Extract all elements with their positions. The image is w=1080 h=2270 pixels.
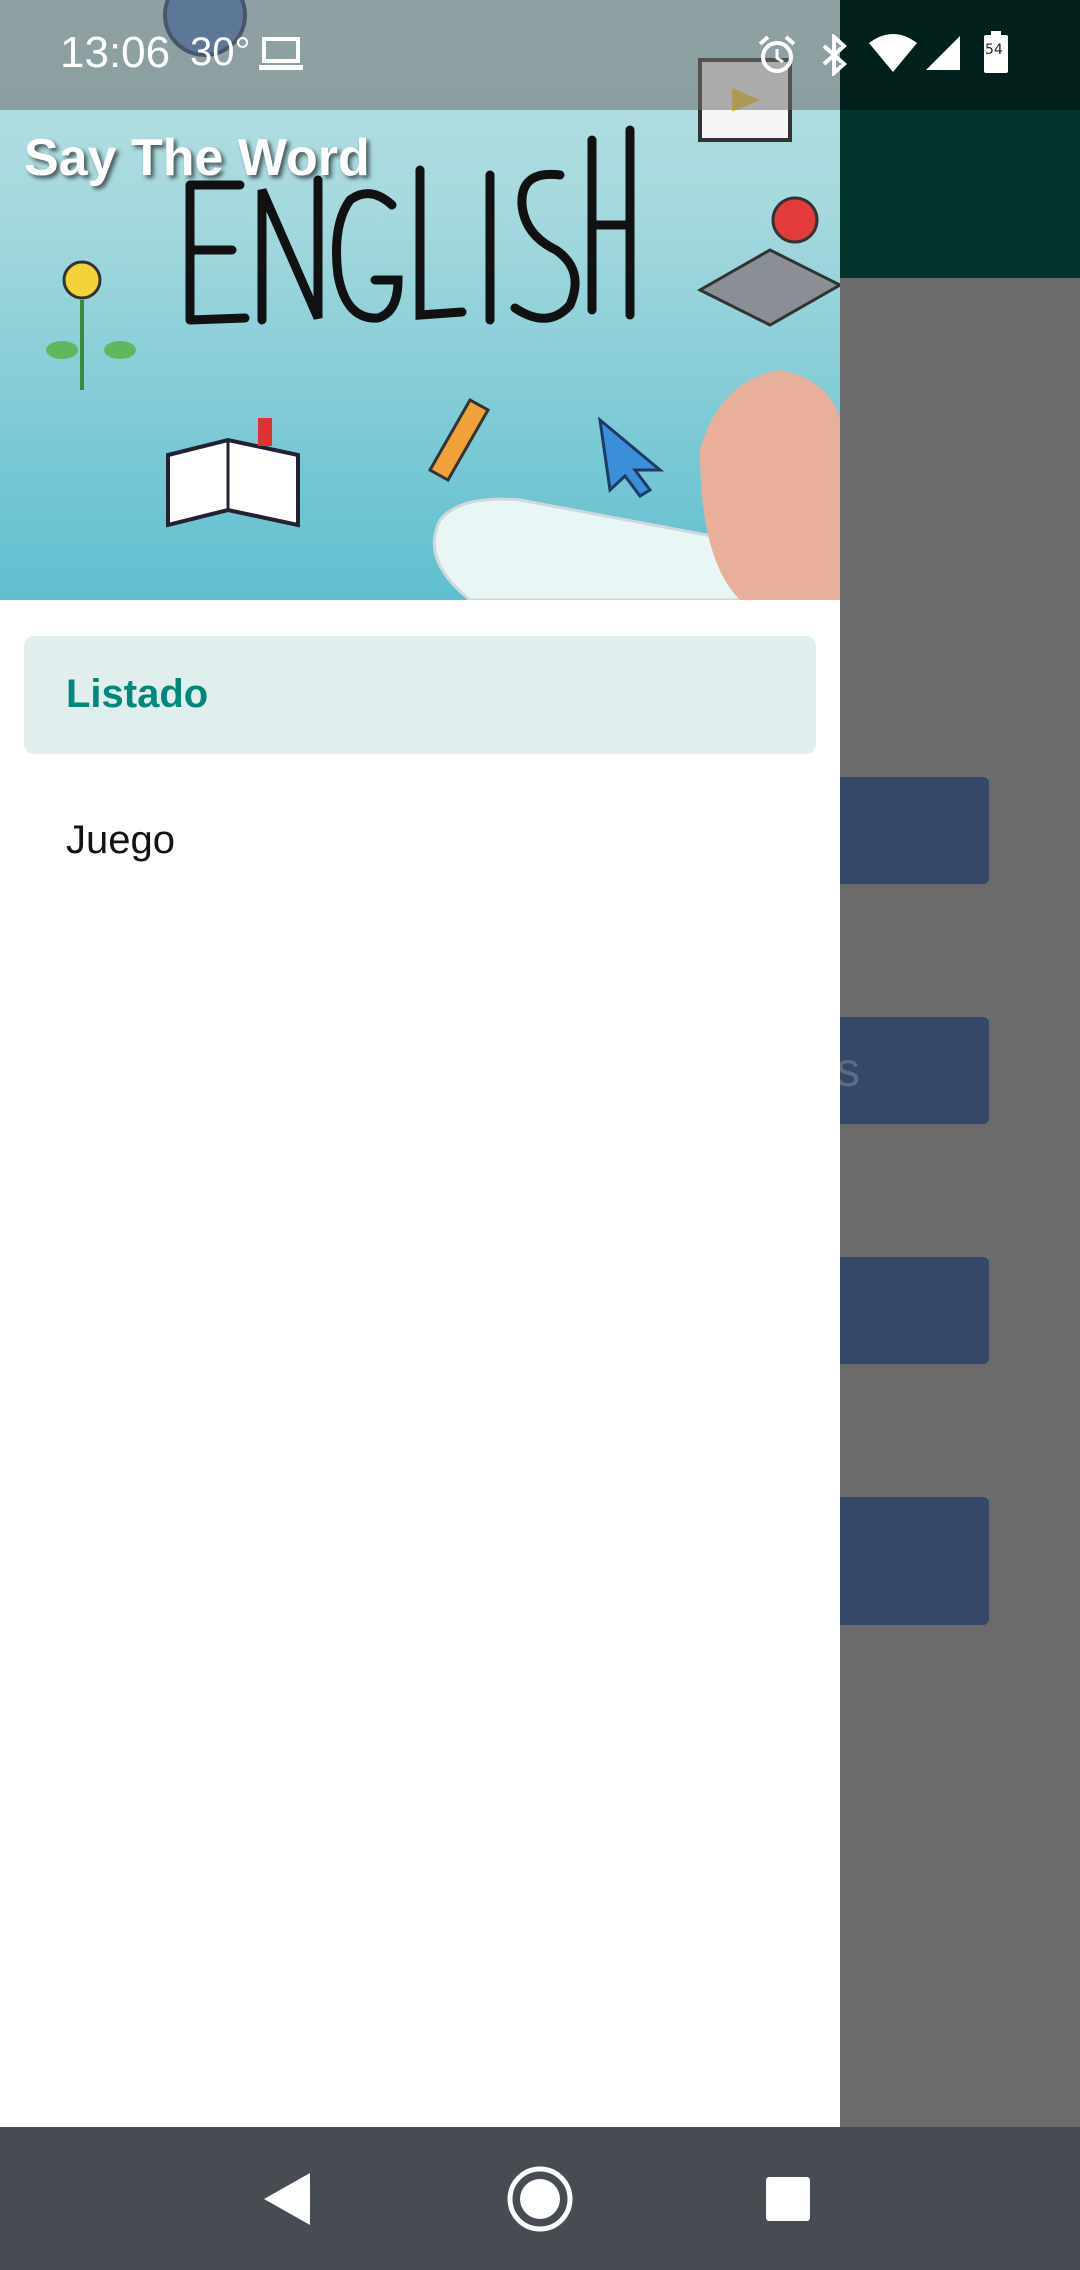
drawer-item-label: Listado bbox=[66, 672, 209, 716]
drawer-item-listado[interactable]: Listado bbox=[24, 636, 816, 754]
drawer-item-label: Juego bbox=[66, 818, 175, 862]
laptop-icon bbox=[258, 36, 304, 77]
navigation-drawer: Say The Word Listado Juego bbox=[0, 0, 840, 2127]
wifi-icon bbox=[868, 34, 918, 79]
app-title: Say The Word bbox=[24, 129, 370, 187]
signal-icon bbox=[924, 34, 962, 77]
status-bar: 13:06 30° 54 bbox=[0, 0, 1080, 110]
home-icon[interactable] bbox=[506, 2165, 574, 2238]
alarm-icon bbox=[756, 34, 798, 81]
status-temperature: 30° bbox=[190, 30, 251, 74]
bluetooth-icon bbox=[820, 32, 850, 81]
battery-level: 54 bbox=[985, 42, 1003, 58]
recents-icon[interactable] bbox=[764, 2175, 812, 2228]
drawer-item-juego[interactable]: Juego bbox=[24, 782, 816, 900]
navigation-bar bbox=[0, 2127, 1080, 2270]
status-time: 13:06 bbox=[60, 28, 171, 77]
back-icon[interactable] bbox=[262, 2171, 312, 2232]
